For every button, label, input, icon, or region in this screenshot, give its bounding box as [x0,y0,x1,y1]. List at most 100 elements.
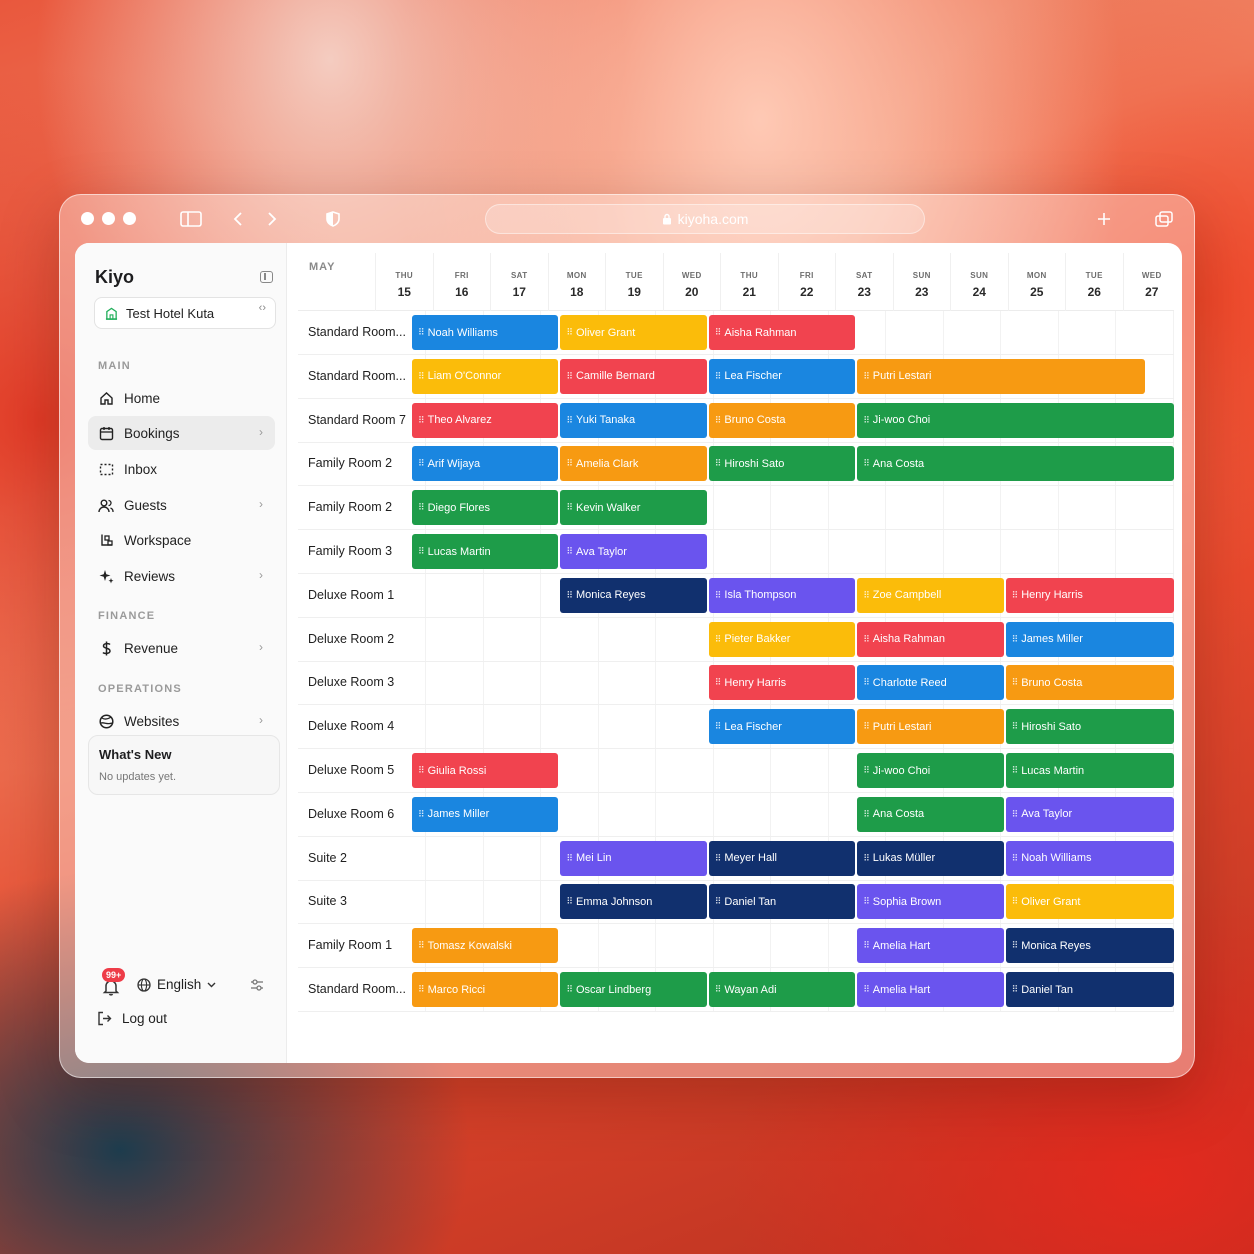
booking-block[interactable]: ⠿ Daniel Tan [1005,972,1175,1007]
day-header[interactable]: MON 25 [1007,253,1066,311]
booking-block[interactable]: ⠿ James Miller [412,796,559,832]
day-header[interactable]: THU 21 [720,253,778,311]
drag-handle-icon[interactable]: ⠿ [418,765,425,776]
drag-handle-icon[interactable]: ⠿ [1012,634,1019,645]
day-header[interactable]: WED 20 [662,253,721,311]
day-header[interactable]: TUE 26 [1065,253,1123,311]
drag-handle-icon[interactable]: ⠿ [715,327,722,338]
drag-handle-icon[interactable]: ⠿ [418,940,425,951]
drag-handle-icon[interactable]: ⠿ [566,590,573,601]
sidebar-item-websites[interactable]: Websites › [88,704,275,738]
booking-block[interactable]: ⠿ Giulia Rossi [412,753,559,788]
drag-handle-icon[interactable]: ⠿ [1012,984,1019,995]
room-name[interactable]: Standard Room 7 [308,413,408,427]
booking-block[interactable]: ⠿ Putri Lestari [857,358,1145,394]
drag-handle-icon[interactable]: ⠿ [1012,765,1019,776]
booking-block[interactable]: ⠿ Emma Johnson [560,884,707,920]
window-minimize-dot[interactable] [102,212,115,225]
booking-block[interactable]: ⠿ Diego Flores [412,490,559,526]
room-name[interactable]: Deluxe Room 1 [308,588,408,602]
room-name[interactable]: Deluxe Room 2 [308,632,408,646]
booking-block[interactable]: ⠿ Pieter Bakker [708,621,856,657]
booking-block[interactable]: ⠿ Ava Taylor [1005,796,1175,832]
day-header[interactable]: SUN 23 [892,253,951,311]
room-name[interactable]: Deluxe Room 6 [308,807,408,821]
drag-handle-icon[interactable]: ⠿ [418,327,425,338]
booking-block[interactable]: ⠿ James Miller [1005,621,1175,657]
sidebar-item-inbox[interactable]: Inbox [88,452,275,486]
booking-block[interactable]: ⠿ Bruno Costa [1005,665,1175,701]
drag-handle-icon[interactable]: ⠿ [1012,853,1019,864]
drag-handle-icon[interactable]: ⠿ [1012,590,1019,601]
sidebar-item-revenue[interactable]: Revenue › [88,631,275,665]
drag-handle-icon[interactable]: ⠿ [715,458,722,469]
drag-handle-icon[interactable]: ⠿ [1012,721,1019,732]
address-bar[interactable]: kiyoha.com [485,204,925,234]
drag-handle-icon[interactable]: ⠿ [1012,809,1019,820]
drag-handle-icon[interactable]: ⠿ [418,371,425,382]
drag-handle-icon[interactable]: ⠿ [715,721,722,732]
drag-handle-icon[interactable]: ⠿ [863,853,870,864]
booking-block[interactable]: ⠿ Charlotte Reed [857,665,1004,701]
room-name[interactable]: Family Room 1 [308,938,408,952]
window-close-dot[interactable] [81,212,94,225]
booking-block[interactable]: ⠿ Lea Fischer [708,709,856,745]
booking-block[interactable]: ⠿ Wayan Adi [708,972,856,1007]
booking-block[interactable]: ⠿ Ji-woo Choi [857,753,1004,788]
booking-block[interactable]: ⠿ Bruno Costa [708,402,856,438]
drag-handle-icon[interactable]: ⠿ [863,458,870,469]
new-tab-icon[interactable] [1092,207,1116,231]
drag-handle-icon[interactable]: ⠿ [863,415,870,426]
booking-block[interactable]: ⠿ Sophia Brown [857,884,1004,920]
day-header[interactable]: SAT 23 [835,253,893,311]
booking-block[interactable]: ⠿ Monica Reyes [1005,928,1175,964]
drag-handle-icon[interactable]: ⠿ [863,940,870,951]
booking-block[interactable]: ⠿ Henry Harris [1005,577,1175,613]
shield-icon[interactable] [321,207,345,231]
booking-block[interactable]: ⠿ Noah Williams [1005,840,1175,876]
drag-handle-icon[interactable]: ⠿ [418,502,425,513]
booking-block[interactable]: ⠿ Ji-woo Choi [857,402,1175,438]
drag-handle-icon[interactable]: ⠿ [1012,940,1019,951]
day-header[interactable]: FRI 22 [777,253,836,311]
drag-handle-icon[interactable]: ⠿ [715,677,722,688]
booking-block[interactable]: ⠿ Oliver Grant [1005,884,1175,920]
booking-block[interactable]: ⠿ Marco Ricci [412,972,559,1007]
drag-handle-icon[interactable]: ⠿ [418,458,425,469]
booking-block[interactable]: ⠿ Oscar Lindberg [560,972,707,1007]
drag-handle-icon[interactable]: ⠿ [418,546,425,557]
booking-block[interactable]: ⠿ Amelia Clark [560,446,707,482]
room-name[interactable]: Suite 2 [308,851,408,865]
window-zoom-dot[interactable] [123,212,136,225]
booking-block[interactable]: ⠿ Zoe Campbell [857,577,1004,613]
room-name[interactable]: Family Room 2 [308,500,408,514]
drag-handle-icon[interactable]: ⠿ [863,371,870,382]
drag-handle-icon[interactable]: ⠿ [863,809,870,820]
collapse-sidebar-icon[interactable] [260,271,273,283]
logout-button[interactable]: Log out [97,1011,167,1026]
drag-handle-icon[interactable]: ⠿ [566,984,573,995]
drag-handle-icon[interactable]: ⠿ [1012,677,1019,688]
drag-handle-icon[interactable]: ⠿ [566,546,573,557]
booking-block[interactable]: ⠿ Tomasz Kowalski [412,928,559,964]
sidebar-item-bookings[interactable]: Bookings › [88,416,275,450]
booking-block[interactable]: ⠿ Amelia Hart [857,972,1004,1007]
sidebar-item-guests[interactable]: Guests › [88,488,275,522]
booking-block[interactable]: ⠿ Meyer Hall [708,840,856,876]
day-header[interactable]: FRI 16 [432,253,491,311]
booking-block[interactable]: ⠿ Henry Harris [708,665,856,701]
booking-block[interactable]: ⠿ Liam O'Connor [412,358,559,394]
booking-block[interactable]: ⠿ Mei Lin [560,840,707,876]
drag-handle-icon[interactable]: ⠿ [863,765,870,776]
booking-block[interactable]: ⠿ Lucas Martin [1005,753,1175,788]
drag-handle-icon[interactable]: ⠿ [566,502,573,513]
booking-block[interactable]: ⠿ Ana Costa [857,446,1175,482]
booking-block[interactable]: ⠿ Ava Taylor [560,534,707,569]
day-header[interactable]: SUN 24 [950,253,1008,311]
drag-handle-icon[interactable]: ⠿ [1012,896,1019,907]
language-selector[interactable]: English [137,977,216,992]
drag-handle-icon[interactable]: ⠿ [715,853,722,864]
booking-block[interactable]: ⠿ Oliver Grant [560,315,707,350]
drag-handle-icon[interactable]: ⠿ [863,984,870,995]
day-header[interactable]: SAT 17 [490,253,548,311]
